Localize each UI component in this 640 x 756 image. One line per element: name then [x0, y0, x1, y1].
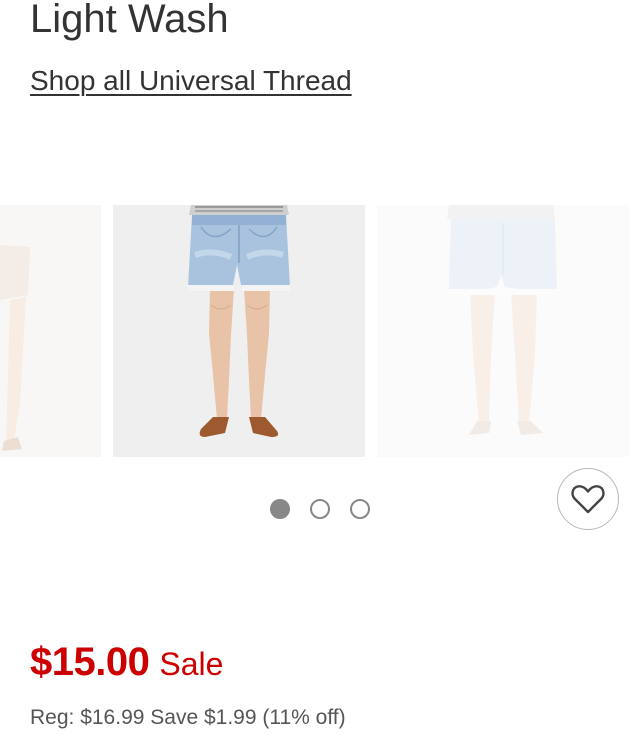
product-image: [113, 205, 365, 457]
product-title: Light Wash: [30, 0, 229, 41]
product-detail-page: Light Wash Shop all Universal Thread $15…: [0, 0, 640, 756]
carousel-slide-back[interactable]: [377, 205, 630, 457]
carousel-dot-2[interactable]: [310, 499, 330, 519]
carousel-slide-front[interactable]: [113, 205, 365, 457]
shop-brand-link[interactable]: Shop all Universal Thread: [30, 64, 352, 98]
add-to-favorites-button[interactable]: [557, 468, 619, 530]
carousel-dot-1[interactable]: [270, 499, 290, 519]
carousel-pagination: [270, 499, 370, 519]
sale-price: $15.00: [30, 640, 150, 684]
sale-label: Sale: [159, 646, 224, 682]
price-row: $15.00 Sale: [30, 640, 223, 685]
carousel-slide-previous[interactable]: [0, 205, 101, 457]
product-image: [0, 205, 101, 457]
heart-outline-icon: [571, 485, 605, 514]
product-image: [377, 205, 630, 457]
carousel-dot-3[interactable]: [350, 499, 370, 519]
image-carousel[interactable]: [0, 205, 640, 457]
regular-price-savings: Reg: $16.99 Save $1.99 (11% off): [30, 706, 346, 729]
